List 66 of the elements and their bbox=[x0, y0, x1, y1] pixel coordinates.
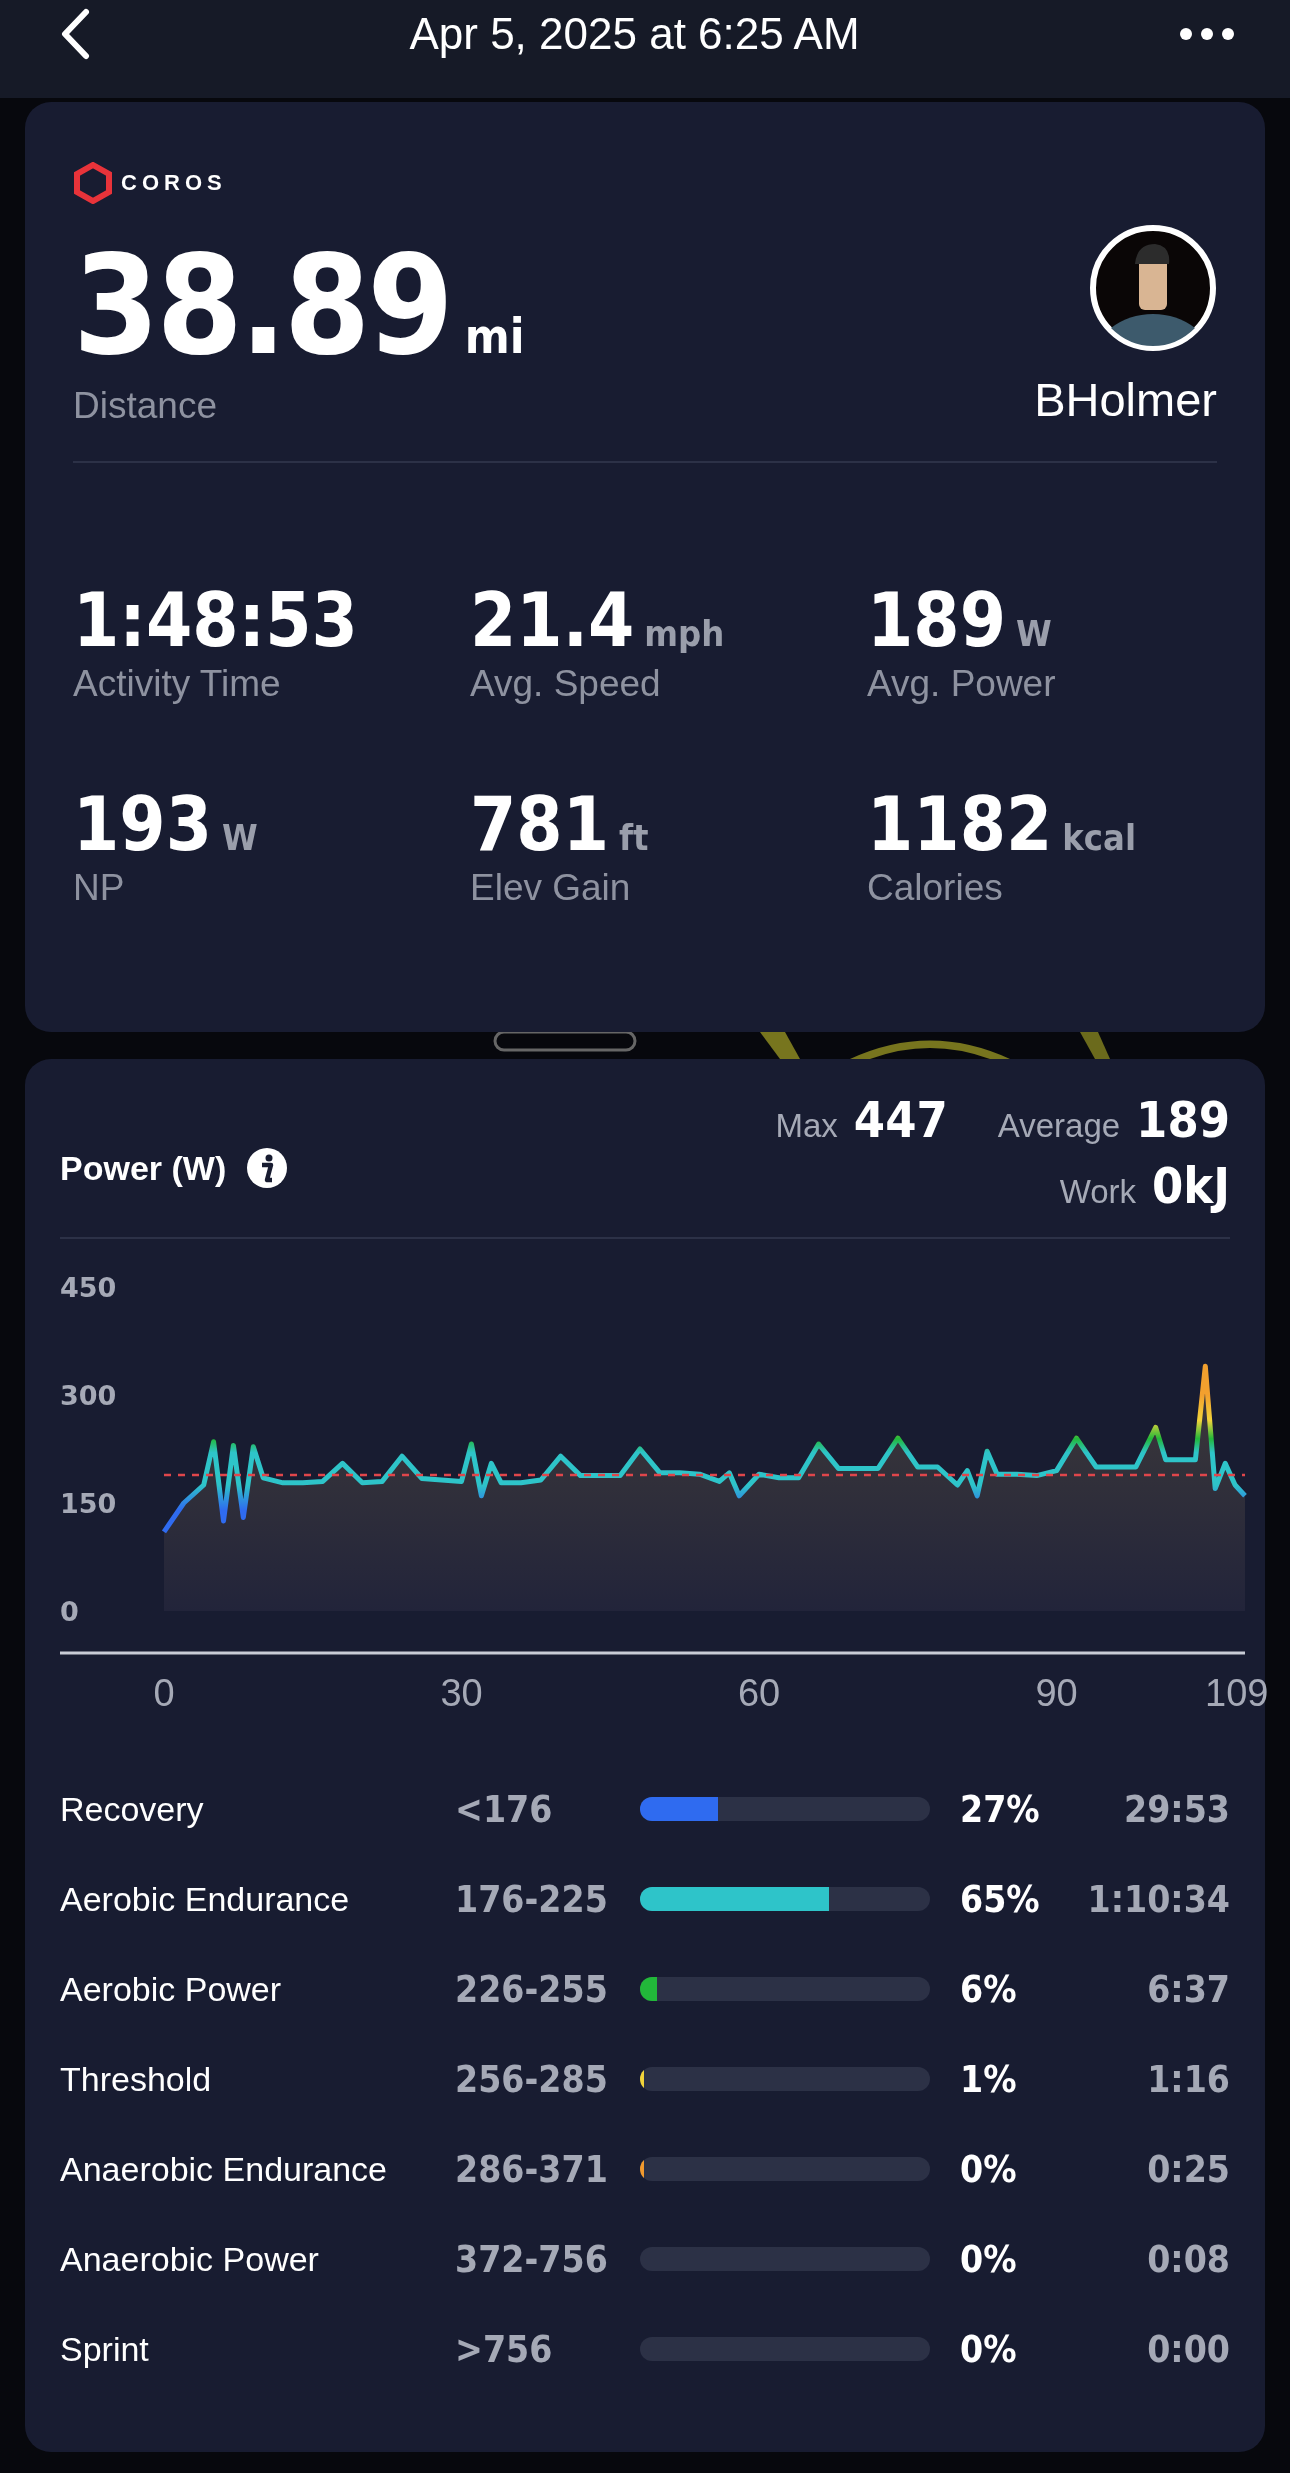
stat-label: Avg. Power bbox=[867, 663, 1057, 705]
zone-time: 0:25 bbox=[1146, 2147, 1230, 2191]
stat-label: Activity Time bbox=[73, 663, 282, 705]
stat-value: 1:48:53 bbox=[73, 583, 359, 657]
zone-range: 226-255 bbox=[455, 1967, 609, 2011]
stat-value: 21.4 mph bbox=[470, 583, 726, 657]
activity-date-title: Apr 5, 2025 at 6:25 AM bbox=[409, 9, 860, 59]
zone-range: 286-371 bbox=[455, 2147, 609, 2191]
athlete-name: BHolmer bbox=[1034, 372, 1217, 427]
zone-percent: 65% bbox=[960, 1877, 1041, 1921]
avatar-icon[interactable] bbox=[1089, 224, 1217, 352]
stat-value: 193 W bbox=[73, 787, 259, 861]
axis-label: 150 bbox=[60, 1488, 117, 1519]
zone-name: Sprint bbox=[60, 2329, 150, 2369]
axis-label: 300 bbox=[60, 1380, 117, 1411]
stat-value: 189 W bbox=[867, 583, 1053, 657]
axis-label: 0 bbox=[153, 1672, 175, 1714]
zone-percent: 0% bbox=[960, 2147, 1018, 2191]
zone-range: <176 bbox=[455, 1787, 554, 1831]
zone-time: 6:37 bbox=[1146, 1967, 1230, 2011]
zone-time: 0:08 bbox=[1146, 2237, 1230, 2281]
summary-label: Max bbox=[775, 1107, 838, 1145]
zone-name: Aerobic Endurance bbox=[60, 1879, 351, 1919]
stat-label: Avg. Speed bbox=[470, 663, 662, 705]
back-button[interactable] bbox=[60, 8, 90, 60]
zone-percent: 27% bbox=[960, 1787, 1041, 1831]
axis-label: 0 bbox=[60, 1596, 79, 1627]
zone-time: 29:53 bbox=[1123, 1787, 1230, 1831]
zone-name: Anaerobic Power bbox=[60, 2239, 320, 2279]
more-button[interactable] bbox=[1179, 27, 1235, 41]
zone-name: Aerobic Power bbox=[60, 1969, 283, 2009]
axis-label: 60 bbox=[737, 1672, 781, 1714]
summary-label: Average bbox=[997, 1107, 1121, 1145]
zone-range: 372-756 bbox=[455, 2237, 609, 2281]
zone-percent: 0% bbox=[960, 2237, 1018, 2281]
summary-value: 189 bbox=[1136, 1091, 1230, 1149]
distance-value: 38.89 mi bbox=[73, 237, 525, 375]
zone-percent: 0% bbox=[960, 2327, 1018, 2371]
zone-name: Anaerobic Endurance bbox=[60, 2149, 388, 2189]
axis-label: 30 bbox=[440, 1672, 483, 1714]
hexagon-logo-icon bbox=[73, 162, 113, 204]
zone-time: 0:00 bbox=[1146, 2327, 1230, 2371]
summary-value: 447 bbox=[853, 1091, 948, 1149]
distance-label: Distance bbox=[73, 385, 218, 427]
stat-value: 781 ft bbox=[470, 787, 650, 861]
zone-name: Recovery bbox=[60, 1789, 205, 1829]
zone-range: 176-225 bbox=[455, 1877, 609, 1921]
power-title: Power (W) bbox=[60, 1148, 227, 1188]
axis-label: 90 bbox=[1035, 1672, 1078, 1714]
stat-label: Elev Gain bbox=[470, 867, 632, 909]
info-icon[interactable] bbox=[246, 1147, 289, 1189]
axis-label: 450 bbox=[60, 1272, 117, 1303]
zone-range: 256-285 bbox=[455, 2057, 609, 2101]
stat-label: NP bbox=[73, 867, 126, 909]
stat-label: Calories bbox=[867, 867, 1004, 909]
zone-name: Threshold bbox=[60, 2059, 213, 2099]
zone-percent: 1% bbox=[960, 2057, 1018, 2101]
summary-label: Work bbox=[1059, 1173, 1137, 1211]
zone-range: >756 bbox=[455, 2327, 554, 2371]
zone-time: 1:10:34 bbox=[1086, 1877, 1230, 1921]
brand-logo-text: COROS bbox=[121, 170, 227, 196]
zone-percent: 6% bbox=[960, 1967, 1018, 2011]
stat-value: 1182 kcal bbox=[867, 787, 1137, 861]
zone-time: 1:16 bbox=[1146, 2057, 1230, 2101]
summary-value: 0kJ bbox=[1152, 1157, 1230, 1215]
axis-label: 109 bbox=[1205, 1672, 1269, 1714]
